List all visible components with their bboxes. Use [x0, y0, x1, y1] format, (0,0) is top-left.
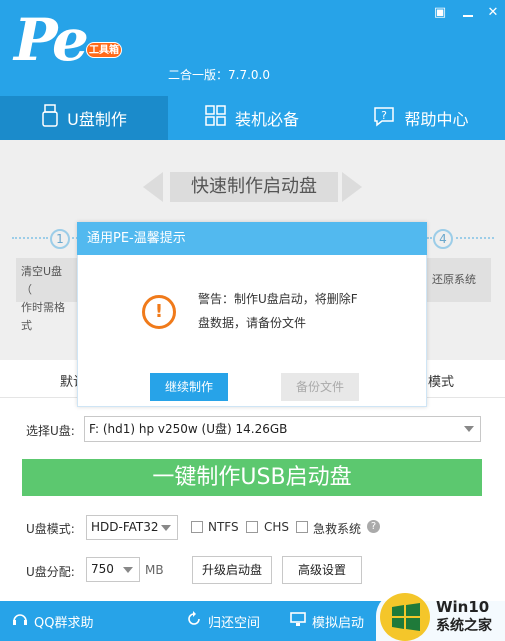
advanced-settings-button[interactable]: 高级设置: [282, 556, 362, 584]
warning-icon: !: [142, 295, 176, 329]
qq-help-link[interactable]: QQ群求助: [12, 611, 93, 631]
partition-unit: MB: [145, 563, 164, 577]
usb-icon: [41, 104, 59, 132]
refresh-icon: [186, 611, 202, 631]
partition-select-value: 750: [91, 562, 114, 576]
logo-badge: 工具箱: [86, 42, 122, 58]
headset-icon: [12, 611, 28, 631]
dialog-message: 警告：制作U盘启动，将删除F 盘数据，请备份文件: [198, 287, 398, 335]
udisk-select[interactable]: F: (hd1) hp v250w (U盘) 14.26GB: [84, 416, 481, 442]
tab-usb-make[interactable]: U盘制作: [0, 96, 168, 140]
step-4-box: 还原系统: [427, 258, 491, 302]
mode-label: U盘模式:: [26, 522, 75, 536]
chevron-down-icon: [464, 426, 474, 432]
partition-select[interactable]: 750: [86, 557, 140, 582]
qq-help-label: QQ群求助: [34, 615, 94, 631]
backup-button[interactable]: 备份文件: [281, 373, 359, 401]
step-1-text: 作时需格式: [21, 301, 65, 332]
step-4-marker: 4: [433, 229, 453, 249]
emergency-label: 急救系统: [313, 522, 362, 536]
dialog-message-line: 警告：制作U盘启动，将删除F: [198, 292, 358, 306]
dialog-message-line: 盘数据，请备份文件: [198, 316, 307, 330]
mode-select[interactable]: HDD-FAT32: [86, 515, 178, 540]
tab-label: 帮助中心: [404, 110, 469, 129]
simulate-boot-link[interactable]: 模拟启动: [290, 611, 364, 631]
windows-logo-icon: [392, 603, 420, 631]
banner-arrow-right: [342, 172, 362, 202]
menu-icon[interactable]: ▣: [433, 6, 447, 20]
restore-space-link[interactable]: 归还空间: [186, 611, 260, 631]
one-click-make-button[interactable]: 一键制作USB启动盘: [22, 459, 482, 496]
step-1-box: 清空U盘（ 作时需格式: [16, 258, 78, 332]
subtab-mode[interactable]: 模式: [428, 371, 454, 390]
upgrade-boot-button[interactable]: 升级启动盘: [192, 556, 272, 584]
emergency-checkbox[interactable]: [296, 521, 308, 533]
app-logo: Pe: [14, 6, 89, 74]
dialog-title: 通用PE-温馨提示: [77, 222, 427, 255]
version-label: 二合一版：7.7.0.0: [168, 68, 270, 82]
chs-label: CHS: [264, 520, 290, 534]
continue-button[interactable]: 继续制作: [150, 373, 228, 401]
step-line: [456, 237, 494, 239]
tab-help-center[interactable]: ? 帮助中心: [336, 96, 505, 140]
tab-label: U盘制作: [67, 110, 127, 129]
partition-label: U盘分配:: [26, 565, 75, 579]
mode-select-value: HDD-FAT32: [91, 520, 159, 534]
close-icon[interactable]: ✕: [486, 6, 500, 20]
banner-arrow-left: [143, 172, 163, 202]
udisk-select-value: F: (hd1) hp v250w (U盘) 14.26GB: [89, 422, 288, 436]
step-1-text: 清空U盘（: [21, 265, 63, 296]
ntfs-checkbox[interactable]: [191, 521, 203, 533]
step-line: [12, 237, 48, 239]
ntfs-label: NTFS: [208, 520, 239, 534]
question-icon[interactable]: ?: [367, 520, 380, 533]
step-4-text: 还原系统: [432, 273, 476, 286]
grid-icon: [205, 105, 227, 131]
watermark-line1: Win10: [436, 598, 490, 616]
monitor-icon: [290, 611, 306, 631]
banner-title: 快速制作启动盘: [170, 172, 338, 202]
tab-install-tools[interactable]: 装机必备: [168, 96, 336, 140]
restore-space-label: 归还空间: [208, 615, 261, 631]
select-udisk-label: 选择U盘:: [26, 424, 75, 438]
chevron-down-icon: [123, 566, 133, 573]
step-1-marker: 1: [50, 229, 70, 249]
watermark-line2: 系统之家: [436, 618, 492, 634]
simulate-boot-label: 模拟启动: [312, 615, 365, 631]
help-icon: ?: [372, 105, 396, 131]
chevron-down-icon: [161, 524, 171, 531]
chs-checkbox[interactable]: [246, 521, 258, 533]
svg-text:?: ?: [382, 109, 388, 122]
minimize-icon[interactable]: [461, 6, 475, 20]
tab-label: 装机必备: [234, 110, 299, 129]
